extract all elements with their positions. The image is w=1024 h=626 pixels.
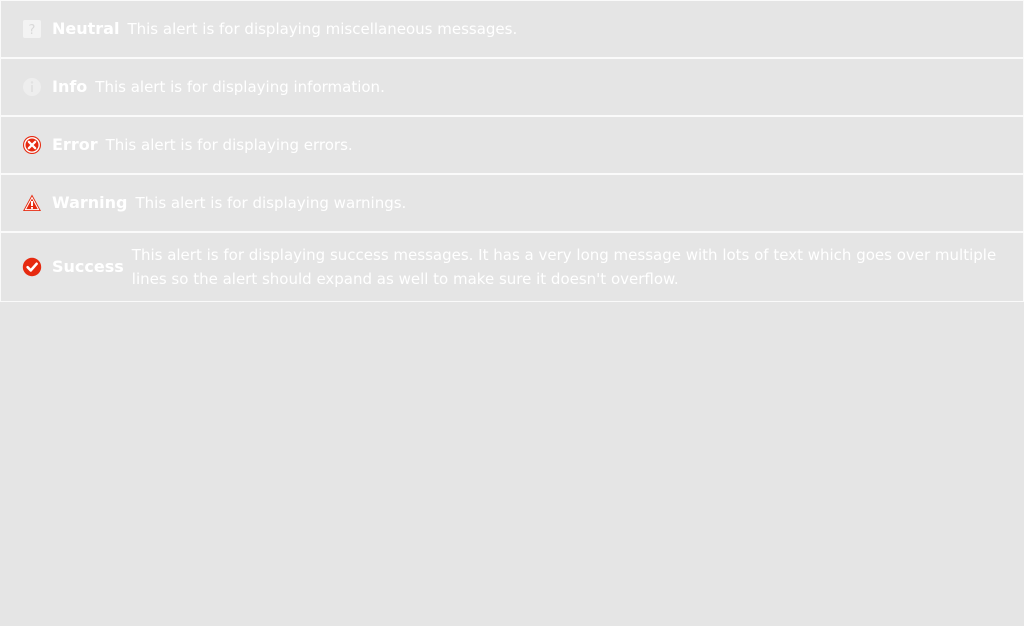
alert-message: This alert is for displaying information… <box>95 78 385 96</box>
checkmark-icon <box>22 257 42 277</box>
warning-triangle-icon <box>22 193 42 213</box>
alert-title: Error <box>52 135 98 154</box>
alert-neutral: ? Neutral This alert is for displaying m… <box>0 0 1024 58</box>
question-icon: ? <box>22 19 42 39</box>
svg-text:?: ? <box>29 23 36 38</box>
alert-title: Neutral <box>52 19 120 38</box>
alert-success: Success This alert is for displaying suc… <box>0 232 1024 302</box>
alert-warning: Warning This alert is for displaying war… <box>0 174 1024 232</box>
alert-message: This alert is for displaying warnings. <box>135 194 407 212</box>
alert-message: This alert is for displaying errors. <box>105 136 353 154</box>
alert-title: Warning <box>52 193 128 212</box>
alert-title: Info <box>52 77 88 96</box>
alert-message: This alert is for displaying success mes… <box>131 246 997 288</box>
alert-info: Info This alert is for displaying inform… <box>0 58 1024 116</box>
error-x-icon <box>22 135 42 155</box>
alert-error: Error This alert is for displaying error… <box>0 116 1024 174</box>
alert-message: This alert is for displaying miscellaneo… <box>127 20 518 38</box>
alert-list: ? Neutral This alert is for displaying m… <box>0 0 1024 302</box>
alert-title: Success <box>52 257 124 276</box>
info-icon <box>22 77 42 97</box>
